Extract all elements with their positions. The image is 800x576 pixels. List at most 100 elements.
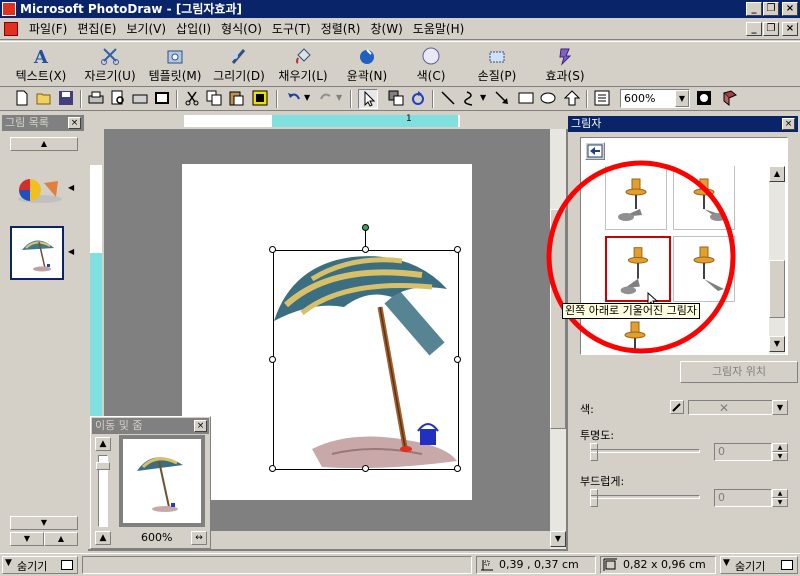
scroll-down-button[interactable]: ▼ (550, 531, 566, 547)
curve-tool-icon[interactable] (462, 90, 478, 106)
hide-right-button[interactable]: ▼ 숨기기 (720, 556, 798, 574)
close-button[interactable]: × (782, 2, 798, 16)
touchup-button[interactable]: 손질(P) (464, 44, 530, 86)
ellipse-tool-icon[interactable] (540, 90, 556, 106)
resize-handle-bottom[interactable] (362, 465, 369, 472)
shadow-option-bottom-right[interactable] (673, 236, 735, 302)
shadow-panel-close-button[interactable]: × (782, 118, 795, 130)
help-book-icon[interactable] (722, 90, 738, 106)
color-button[interactable]: 색(C) (400, 44, 462, 86)
shadow-option-top-right[interactable] (673, 166, 735, 230)
rectangle-tool-icon[interactable] (518, 90, 534, 106)
paste-icon[interactable] (228, 90, 244, 106)
gallery-scroll-down-button[interactable]: ▼ (769, 336, 785, 352)
save-icon[interactable] (58, 90, 74, 106)
picture-list-scroll-up-button[interactable]: ▲ (10, 137, 78, 151)
softness-slider[interactable] (590, 495, 700, 499)
resize-handle-left[interactable] (269, 356, 276, 363)
minimize-button[interactable]: _ (746, 2, 762, 16)
zoom-fit-icon[interactable] (696, 90, 712, 106)
picture-list-close-button[interactable]: × (68, 117, 81, 129)
hide-left-button[interactable]: ▼ 숨기기 (2, 556, 78, 574)
transparency-slider-thumb[interactable] (590, 443, 598, 461)
softness-slider-thumb[interactable] (590, 489, 598, 507)
draw-button[interactable]: 그리기(D) (208, 44, 270, 86)
resize-handle-bottom-right[interactable] (454, 465, 461, 472)
app-icon[interactable] (2, 2, 16, 16)
crop-button[interactable]: 자르기(U) (78, 44, 142, 86)
gallery-scrollbar[interactable]: ▲ ▼ (769, 166, 785, 354)
menu-arrange[interactable]: 정렬(R) (316, 18, 366, 40)
vertical-scroll-thumb[interactable] (550, 209, 566, 429)
softness-spin-up[interactable]: ▲ (772, 489, 788, 498)
resize-handle-top[interactable] (362, 246, 369, 253)
zoom-out-button[interactable]: ▲ (95, 531, 111, 545)
softness-input[interactable]: 0 (714, 489, 772, 507)
format-painter-icon[interactable] (252, 90, 268, 106)
undo-dropdown-icon[interactable]: ▼ (304, 93, 310, 102)
transparency-spin-up[interactable]: ▲ (772, 443, 788, 452)
pan-zoom-close-button[interactable]: × (194, 420, 207, 432)
resize-handle-top-right[interactable] (454, 246, 461, 253)
arrange-icon[interactable] (388, 90, 404, 106)
redo-icon[interactable] (318, 90, 334, 106)
doc-minimize-button[interactable]: _ (746, 22, 762, 36)
eyedropper-button[interactable] (670, 400, 684, 414)
menu-tools[interactable]: 도구(T) (267, 18, 316, 40)
fill-button[interactable]: 채우기(L) (272, 44, 334, 86)
preview-icon[interactable] (110, 90, 126, 106)
undo-icon[interactable] (286, 90, 302, 106)
cut-icon[interactable] (184, 90, 200, 106)
shadow-option-top-left[interactable] (605, 166, 667, 230)
line-tool-icon[interactable] (440, 90, 456, 106)
transparency-input[interactable]: 0 (714, 443, 772, 461)
scan-icon[interactable] (132, 90, 148, 106)
fit-size-button[interactable]: ↔ (191, 531, 207, 545)
softness-spin-down[interactable]: ▼ (772, 498, 788, 507)
gallery-scroll-thumb[interactable] (769, 260, 785, 318)
document-icon[interactable] (4, 22, 18, 36)
select-tool-button[interactable] (358, 89, 378, 109)
resize-handle-top-left[interactable] (269, 246, 276, 253)
shadow-back-button[interactable] (585, 142, 605, 160)
text-box-icon[interactable] (594, 90, 610, 106)
template-button[interactable]: 템플릿(M) (144, 44, 206, 86)
shadow-option-bottom-left-selected[interactable] (605, 236, 671, 302)
autoshape-tool-icon[interactable] (564, 90, 580, 106)
redo-dropdown-icon[interactable]: ▼ (336, 93, 342, 102)
picture-icon[interactable] (154, 90, 170, 106)
menu-format[interactable]: 형식(O) (216, 18, 267, 40)
text-button[interactable]: A 텍스트(X) (6, 44, 76, 86)
arrow-tool-icon[interactable] (494, 90, 510, 106)
open-icon[interactable] (36, 90, 52, 106)
umbrella-thumbnail[interactable] (10, 226, 64, 280)
shadow-position-button[interactable]: 그림자 위치 (680, 361, 798, 383)
doc-restore-button[interactable]: ❐ (763, 22, 779, 36)
menu-file[interactable]: 파일(F) (24, 18, 72, 40)
transparency-slider[interactable] (590, 449, 700, 453)
doc-close-button[interactable]: × (782, 22, 798, 36)
menu-insert[interactable]: 삽입(I) (171, 18, 216, 40)
effects-button[interactable]: 효과(S) (532, 44, 598, 86)
zoom-slider-thumb[interactable] (96, 462, 110, 470)
picture-list-next-button[interactable]: ▼ (10, 532, 44, 546)
resize-handle-right[interactable] (454, 356, 461, 363)
zoom-dropdown-icon[interactable]: ▼ (675, 90, 689, 107)
transparency-spin-down[interactable]: ▼ (772, 452, 788, 461)
beach-ball-thumbnail[interactable] (10, 175, 64, 205)
gallery-scroll-up-button[interactable]: ▲ (769, 166, 785, 182)
print-icon[interactable] (88, 90, 104, 106)
maximize-button[interactable]: ❐ (763, 2, 779, 16)
shadow-color-dropdown-icon[interactable]: ▼ (772, 400, 788, 415)
zoom-select[interactable]: 600% ▼ (620, 89, 690, 108)
outline-button[interactable]: 윤곽(N) (336, 44, 398, 86)
vertical-scrollbar[interactable]: ▼ (550, 129, 566, 549)
pan-zoom-preview[interactable] (119, 435, 205, 527)
menu-help[interactable]: 도움말(H) (408, 18, 470, 40)
rotation-handle[interactable] (362, 224, 369, 231)
new-icon[interactable] (14, 90, 30, 106)
menu-view[interactable]: 보기(V) (121, 18, 171, 40)
picture-list-scroll-down-button[interactable]: ▼ (10, 516, 78, 530)
menu-edit[interactable]: 편집(E) (72, 18, 121, 40)
copy-icon[interactable] (206, 90, 222, 106)
